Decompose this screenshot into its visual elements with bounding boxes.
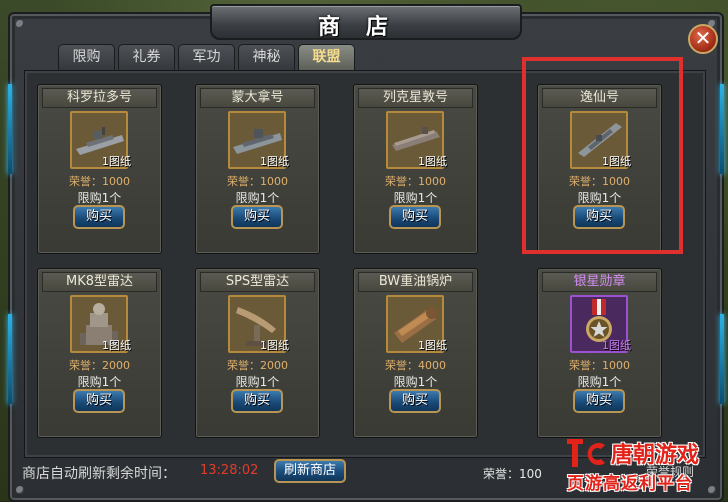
- item-purchase-limit: 限购1个: [77, 191, 122, 205]
- watermark: 唐朝游戏 页游高返利平台: [565, 435, 725, 497]
- item-quantity: 1图纸: [260, 155, 289, 168]
- refresh-countdown-label: 商店自动刷新剩余时间：: [22, 466, 176, 482]
- item-quantity: 1图纸: [602, 339, 631, 352]
- tab-alliance[interactable]: 联盟: [298, 44, 355, 70]
- buy-button[interactable]: 购买: [231, 389, 283, 413]
- item-purchase-limit: 限购1个: [393, 375, 438, 389]
- tab-military[interactable]: 军功: [178, 44, 235, 70]
- buy-button[interactable]: 购买: [389, 205, 441, 229]
- item-quantity: 1图纸: [418, 339, 447, 352]
- item-quantity: 1图纸: [102, 339, 131, 352]
- refresh-countdown-timer: 13:28:02: [200, 463, 259, 478]
- tab-coupon[interactable]: 礼券: [118, 44, 175, 70]
- title-plate: 商店: [210, 4, 522, 40]
- item-honor-cost: 荣誉：4000: [385, 359, 446, 372]
- shop-item-card: MK8型雷达 1图纸 荣誉：2000 限购1个 购买: [37, 268, 162, 438]
- item-purchase-limit: 限购1个: [235, 191, 280, 205]
- right-light-strip: [720, 314, 724, 404]
- item-honor-cost: 荣誉：2000: [227, 359, 288, 372]
- tab-limited[interactable]: 限购: [58, 44, 115, 70]
- rivet: [16, 20, 24, 28]
- item-honor-cost: 荣誉：1000: [227, 175, 288, 188]
- shop-item-card: 列克星敦号 1图纸 荣誉：1000 限购1个 购买: [353, 84, 478, 254]
- item-name: BW重油锅炉: [358, 272, 473, 292]
- right-light-strip: [720, 84, 724, 174]
- item-name: MK8型雷达: [42, 272, 157, 292]
- item-purchase-limit: 限购1个: [577, 375, 622, 389]
- item-name: 列克星敦号: [358, 88, 473, 108]
- left-light-strip: [8, 314, 12, 404]
- tab-mystery[interactable]: 神秘: [238, 44, 295, 70]
- item-quantity: 1图纸: [260, 339, 289, 352]
- item-honor-cost: 荣誉：1000: [69, 175, 130, 188]
- buy-button[interactable]: 购买: [573, 389, 625, 413]
- watermark-line2: 页游高返利平台: [567, 474, 693, 494]
- watermark-line1: 唐朝游戏: [611, 443, 700, 468]
- item-name: 蒙大拿号: [200, 88, 315, 108]
- shop-item-card: 科罗拉多号 1图纸 荣誉：1000 限购1个 购买: [37, 84, 162, 254]
- buy-button[interactable]: 购买: [73, 389, 125, 413]
- highlight-box: [522, 57, 683, 254]
- shop-item-card: 银星勋章 1图纸 荣誉：1000 限购1个 购买: [537, 268, 662, 438]
- honor-balance: 荣誉：100: [483, 467, 542, 481]
- item-honor-cost: 荣誉：2000: [69, 359, 130, 372]
- close-button[interactable]: ✕: [688, 24, 718, 54]
- item-quantity: 1图纸: [418, 155, 447, 168]
- item-purchase-limit: 限购1个: [393, 191, 438, 205]
- item-purchase-limit: 限购1个: [235, 375, 280, 389]
- item-name: SPS型雷达: [200, 272, 315, 292]
- left-light-strip: [8, 84, 12, 174]
- window-title: 商店: [317, 14, 414, 40]
- item-name: 银星勋章: [542, 272, 657, 292]
- shop-item-card: SPS型雷达 1图纸 荣誉：2000 限购1个 购买: [195, 268, 320, 438]
- buy-button[interactable]: 购买: [73, 205, 125, 229]
- shop-item-card: BW重油锅炉 1图纸 荣誉：4000 限购1个 购买: [353, 268, 478, 438]
- refresh-shop-button[interactable]: 刷新商店: [274, 459, 346, 483]
- close-icon: ✕: [694, 26, 712, 50]
- shop-item-card: 蒙大拿号 1图纸 荣誉：1000 限购1个 购买: [195, 84, 320, 254]
- item-quantity: 1图纸: [102, 155, 131, 168]
- item-name: 科罗拉多号: [42, 88, 157, 108]
- buy-button[interactable]: 购买: [231, 205, 283, 229]
- item-honor-cost: 荣誉：1000: [385, 175, 446, 188]
- item-honor-cost: 荣誉：1000: [569, 359, 630, 372]
- item-purchase-limit: 限购1个: [77, 375, 122, 389]
- tc-logo-icon: [567, 439, 605, 467]
- buy-button[interactable]: 购买: [389, 389, 441, 413]
